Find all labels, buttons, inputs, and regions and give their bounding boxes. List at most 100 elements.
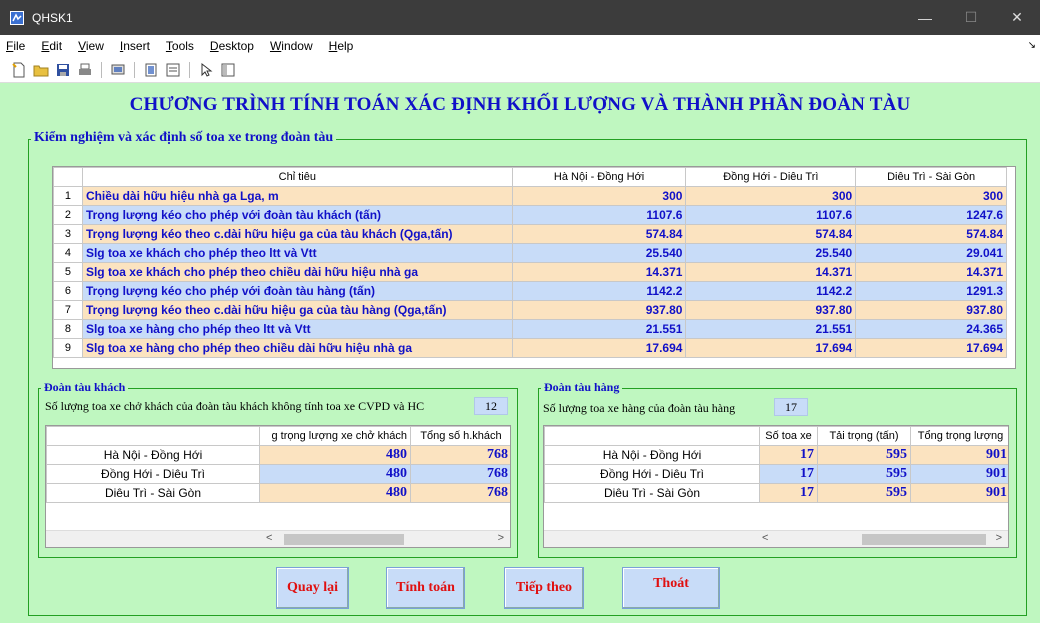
passenger-table[interactable]: g trọng lượng xe chở khách Tổng số h.khá…	[45, 425, 511, 548]
freight-table[interactable]: Số toa xe Tải trọng (tấn) Tổng trọng lượ…	[543, 425, 1009, 548]
column-header[interactable]: g trọng lượng xe chở khách	[259, 426, 411, 446]
row-header[interactable]: Hà Nội - Đồng Hới	[46, 445, 260, 465]
row-header[interactable]: Đồng Hới - Diêu Trì	[544, 464, 760, 484]
new-file-icon[interactable]	[10, 61, 28, 79]
cell-value[interactable]: 937.80	[511, 300, 687, 320]
cell-value[interactable]: 1247.6	[855, 205, 1007, 225]
cell-value[interactable]: 14.371	[855, 262, 1007, 282]
cell-value[interactable]: 768	[410, 445, 510, 465]
cell-value[interactable]: 480	[259, 445, 411, 465]
cell-value[interactable]: 595	[817, 483, 911, 503]
cell-value[interactable]: 1107.6	[685, 205, 857, 225]
close-button[interactable]: ✕	[994, 0, 1040, 35]
passenger-car-count-field[interactable]: 12	[474, 397, 508, 415]
next-button[interactable]: Tiếp theo	[504, 567, 584, 609]
cell-value[interactable]: 17.694	[855, 338, 1007, 358]
column-header[interactable]: Hà Nội - Đồng Hới	[511, 167, 687, 187]
menu-edit[interactable]: Edit	[33, 39, 70, 53]
horizontal-scrollbar[interactable]: < >	[46, 530, 510, 547]
exit-button[interactable]: Thoát	[622, 567, 720, 609]
cell-value[interactable]: 25.540	[511, 243, 687, 263]
cell-value[interactable]: 768	[410, 464, 510, 484]
maximize-button[interactable]: ☐	[948, 0, 994, 35]
cell-value[interactable]: 595	[817, 445, 911, 465]
row-label[interactable]: Slg toa xe khách cho phép theo ltt và Vt…	[81, 243, 513, 263]
print-icon[interactable]	[76, 61, 94, 79]
menu-desktop[interactable]: Desktop	[202, 39, 262, 53]
cell-value[interactable]: 300	[855, 186, 1007, 206]
calculate-button[interactable]: Tính toán	[386, 567, 465, 609]
cell-value[interactable]: 14.371	[511, 262, 687, 282]
verification-table[interactable]: Chỉ tiêu Hà Nội - Đồng Hới Đồng Hới - Di…	[52, 166, 1016, 369]
cell-value[interactable]: 480	[259, 483, 411, 503]
column-header[interactable]: Tổng số h.khách	[410, 426, 510, 446]
column-header[interactable]: Tải trọng (tấn)	[817, 426, 911, 446]
column-header[interactable]: Chỉ tiêu	[81, 167, 513, 187]
scroll-thumb[interactable]	[862, 534, 986, 545]
cell-value[interactable]: 25.540	[685, 243, 857, 263]
inspector-icon[interactable]	[164, 61, 182, 79]
menu-insert[interactable]: Insert	[112, 39, 158, 53]
cell-value[interactable]: 300	[685, 186, 857, 206]
cell-value[interactable]: 937.80	[855, 300, 1007, 320]
freight-car-count-field[interactable]: 17	[774, 398, 808, 416]
cell-value[interactable]: 1142.2	[511, 281, 687, 301]
minimize-button[interactable]: —	[902, 0, 948, 35]
cell-value[interactable]: 480	[259, 464, 411, 484]
scroll-left-icon[interactable]: <	[266, 532, 272, 544]
cell-value[interactable]: 1142.2	[685, 281, 857, 301]
row-header[interactable]: Hà Nội - Đồng Hới	[544, 445, 760, 465]
row-label[interactable]: Trọng lượng kéo theo c.dài hữu hiệu ga c…	[81, 300, 513, 320]
menu-tools[interactable]: Tools	[158, 39, 202, 53]
horizontal-scrollbar[interactable]: < >	[544, 530, 1008, 547]
cell-value[interactable]: 1107.6	[511, 205, 687, 225]
row-header[interactable]: Diêu Trì - Sài Gòn	[544, 483, 760, 503]
row-header[interactable]: Diêu Trì - Sài Gòn	[46, 483, 260, 503]
save-icon[interactable]	[54, 61, 72, 79]
row-label[interactable]: Trọng lượng kéo theo c.dài hữu hiệu ga c…	[81, 224, 513, 244]
cell-value[interactable]: 300	[511, 186, 687, 206]
scroll-right-icon[interactable]: >	[996, 532, 1002, 544]
cell-value[interactable]: 901	[910, 445, 1008, 465]
cell-value[interactable]: 14.371	[685, 262, 857, 282]
row-header[interactable]: Đồng Hới - Diêu Trì	[46, 464, 260, 484]
cell-value[interactable]: 29.041	[855, 243, 1007, 263]
cell-value[interactable]: 17	[759, 445, 818, 465]
cell-value[interactable]: 901	[910, 464, 1008, 484]
cell-value[interactable]: 17.694	[511, 338, 687, 358]
cell-value[interactable]: 17	[759, 483, 818, 503]
column-header[interactable]: Tổng trọng lượng	[910, 426, 1008, 446]
open-folder-icon[interactable]	[32, 61, 50, 79]
scroll-left-icon[interactable]: <	[762, 532, 768, 544]
row-label[interactable]: Chiều dài hữu hiệu nhà ga Lga, m	[81, 186, 513, 206]
menu-file[interactable]: File	[0, 39, 33, 53]
cell-value[interactable]: 17	[759, 464, 818, 484]
cell-value[interactable]: 574.84	[685, 224, 857, 244]
column-header[interactable]: Diêu Trì - Sài Gòn	[855, 167, 1007, 187]
column-header[interactable]: Đồng Hới - Diêu Trì	[685, 167, 857, 187]
row-label[interactable]: Slg toa xe khách cho phép theo chiều dài…	[81, 262, 513, 282]
cell-value[interactable]: 901	[910, 483, 1008, 503]
cell-value[interactable]: 595	[817, 464, 911, 484]
scroll-thumb[interactable]	[284, 534, 404, 545]
panel-icon[interactable]	[142, 61, 160, 79]
cell-value[interactable]: 1291.3	[855, 281, 1007, 301]
row-label[interactable]: Trọng lượng kéo cho phép với đoàn tàu hà…	[81, 281, 513, 301]
row-label[interactable]: Slg toa xe hàng cho phép theo chiều dài …	[81, 338, 513, 358]
cell-value[interactable]: 768	[410, 483, 510, 503]
row-label[interactable]: Slg toa xe hàng cho phép theo ltt và Vtt	[81, 319, 513, 339]
row-label[interactable]: Trọng lượng kéo cho phép với đoàn tàu kh…	[81, 205, 513, 225]
menu-help[interactable]: Help	[321, 39, 362, 53]
menu-view[interactable]: View	[70, 39, 112, 53]
cell-value[interactable]: 574.84	[511, 224, 687, 244]
cell-value[interactable]: 17.694	[685, 338, 857, 358]
cell-value[interactable]: 937.80	[685, 300, 857, 320]
menu-window[interactable]: Window	[262, 39, 321, 53]
cell-value[interactable]: 24.365	[855, 319, 1007, 339]
cell-value[interactable]: 574.84	[855, 224, 1007, 244]
cell-value[interactable]: 21.551	[685, 319, 857, 339]
pointer-icon[interactable]	[197, 61, 215, 79]
back-button[interactable]: Quay lại	[276, 567, 349, 609]
print-preview-icon[interactable]	[109, 61, 127, 79]
menu-overflow-icon[interactable]: ↘	[1028, 40, 1036, 51]
